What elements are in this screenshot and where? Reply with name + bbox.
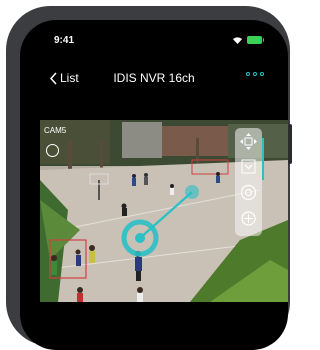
camera-video-feed[interactable]: CAM5 bbox=[40, 120, 288, 302]
chevron-down-icon bbox=[241, 159, 256, 174]
zoom-icon bbox=[241, 211, 256, 226]
navigation-bar: List IDIS NVR 16ch bbox=[20, 64, 288, 92]
focus-icon bbox=[240, 184, 257, 201]
page-title: IDIS NVR 16ch bbox=[113, 71, 195, 85]
status-icons bbox=[232, 36, 264, 44]
phone-side-button bbox=[288, 124, 292, 164]
ptz-control-panel bbox=[235, 128, 262, 236]
more-options-button[interactable] bbox=[246, 72, 264, 76]
battery-icon bbox=[247, 36, 264, 44]
ptz-preset-button[interactable] bbox=[238, 156, 259, 177]
camera-label: CAM5 bbox=[44, 126, 67, 135]
more-dots-icon bbox=[246, 72, 250, 76]
ptz-focus-button[interactable] bbox=[238, 182, 259, 203]
status-bar: 9:41 bbox=[20, 20, 288, 58]
ptz-zoom-button[interactable] bbox=[238, 208, 259, 229]
move-arrows-icon bbox=[240, 133, 257, 150]
ptz-move-button[interactable] bbox=[238, 131, 259, 152]
ptz-active-indicator bbox=[262, 138, 264, 180]
phone-frame: 9:41 List IDIS NVR 16ch CAM5 bbox=[6, 6, 292, 350]
camera-select-icon[interactable] bbox=[46, 144, 59, 157]
phone-screen: 9:41 List IDIS NVR 16ch CAM5 bbox=[20, 20, 288, 350]
status-time: 9:41 bbox=[54, 35, 75, 46]
wifi-icon bbox=[233, 37, 242, 44]
